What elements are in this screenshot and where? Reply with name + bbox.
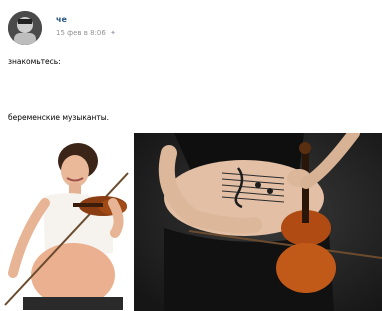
author-name[interactable]: че [56,15,67,24]
post-date[interactable]: 15 фев в 8:06 [56,29,106,37]
post-meta: 15 фев в 8:06 ✦ [56,29,116,37]
user-avatar-icon [8,11,42,45]
post-text-line2: беременские музыканты. [8,113,110,122]
wall-post: че 15 фев в 8:06 ✦ знакомьтесь: беременс… [0,0,382,311]
photo-belly-violin [134,133,382,311]
post-photo-right[interactable] [134,133,382,311]
author-avatar[interactable] [8,11,42,45]
post-text-line1: знакомьтесь: [8,57,61,66]
post-photo-left[interactable] [3,133,131,310]
photo-violinist-standing [3,133,131,310]
pin-icon: ✦ [110,29,116,37]
